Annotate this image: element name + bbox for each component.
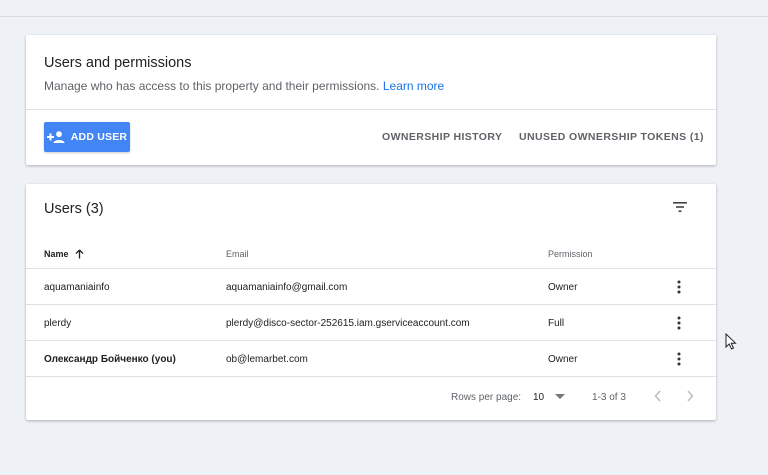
user-permission: Owner xyxy=(548,354,578,365)
rows-per-page-label: Rows per page: xyxy=(451,392,522,403)
column-header-email: Email xyxy=(226,249,249,259)
more-vert-icon[interactable] xyxy=(676,316,682,330)
user-email: aquamaniainfo@gmail.com xyxy=(226,282,348,293)
table-header: Name Email Permission xyxy=(26,242,716,269)
rows-per-page-select[interactable]: 10 xyxy=(533,392,544,403)
description-text: Manage who has access to this property a… xyxy=(44,79,380,93)
user-permission: Full xyxy=(548,318,565,329)
unused-ownership-tokens-button[interactable]: UNUSED OWNERSHIP TOKENS (1) xyxy=(519,131,704,143)
table-row[interactable]: aquamaniainfo aquamaniainfo@gmail.com Ow… xyxy=(26,269,716,305)
learn-more-link[interactable]: Learn more xyxy=(383,79,444,93)
more-vert-icon[interactable] xyxy=(676,352,682,366)
add-user-button[interactable]: ADD USER xyxy=(44,122,130,152)
filter-icon[interactable] xyxy=(672,200,688,214)
table-row[interactable]: Олександр Бойченко (you) ob@lemarbet.com… xyxy=(26,341,716,377)
top-bar xyxy=(0,0,768,17)
table-pagination: Rows per page: 10 1-3 of 3 xyxy=(26,381,716,417)
user-name: aquamaniainfo xyxy=(44,282,110,293)
permissions-description: Manage who has access to this property a… xyxy=(44,79,698,93)
permissions-card: Users and permissions Manage who has acc… xyxy=(26,35,716,165)
column-header-permission: Permission xyxy=(548,249,593,259)
user-permission: Owner xyxy=(548,282,578,293)
users-title: Users (3) xyxy=(44,201,104,217)
chevron-left-icon[interactable] xyxy=(654,390,662,402)
mouse-cursor-icon xyxy=(725,333,737,350)
user-email: plerdy@disco-sector-252615.iam.gservicea… xyxy=(226,318,470,329)
user-name: Олександр Бойченко (you) xyxy=(44,354,176,365)
pagination-range: 1-3 of 3 xyxy=(592,392,626,403)
chevron-right-icon[interactable] xyxy=(686,390,694,402)
add-user-label: ADD USER xyxy=(70,131,128,143)
permissions-actions: ADD USER OWNERSHIP HISTORY UNUSED OWNERS… xyxy=(26,110,716,165)
column-header-name[interactable]: Name xyxy=(44,249,84,259)
permissions-title: Users and permissions xyxy=(44,55,192,71)
dropdown-caret-icon[interactable] xyxy=(555,394,565,400)
permissions-header: Users and permissions Manage who has acc… xyxy=(26,35,716,110)
users-card: Users (3) Name Email Permission aquamani… xyxy=(26,184,716,420)
ownership-history-button[interactable]: OWNERSHIP HISTORY xyxy=(382,131,502,143)
sort-arrow-up-icon[interactable] xyxy=(75,249,84,259)
table-row[interactable]: plerdy plerdy@disco-sector-252615.iam.gs… xyxy=(26,305,716,341)
more-vert-icon[interactable] xyxy=(676,280,682,294)
user-name: plerdy xyxy=(44,318,72,329)
user-email: ob@lemarbet.com xyxy=(226,354,308,365)
add-person-icon xyxy=(46,131,65,143)
column-name-label: Name xyxy=(44,249,69,259)
